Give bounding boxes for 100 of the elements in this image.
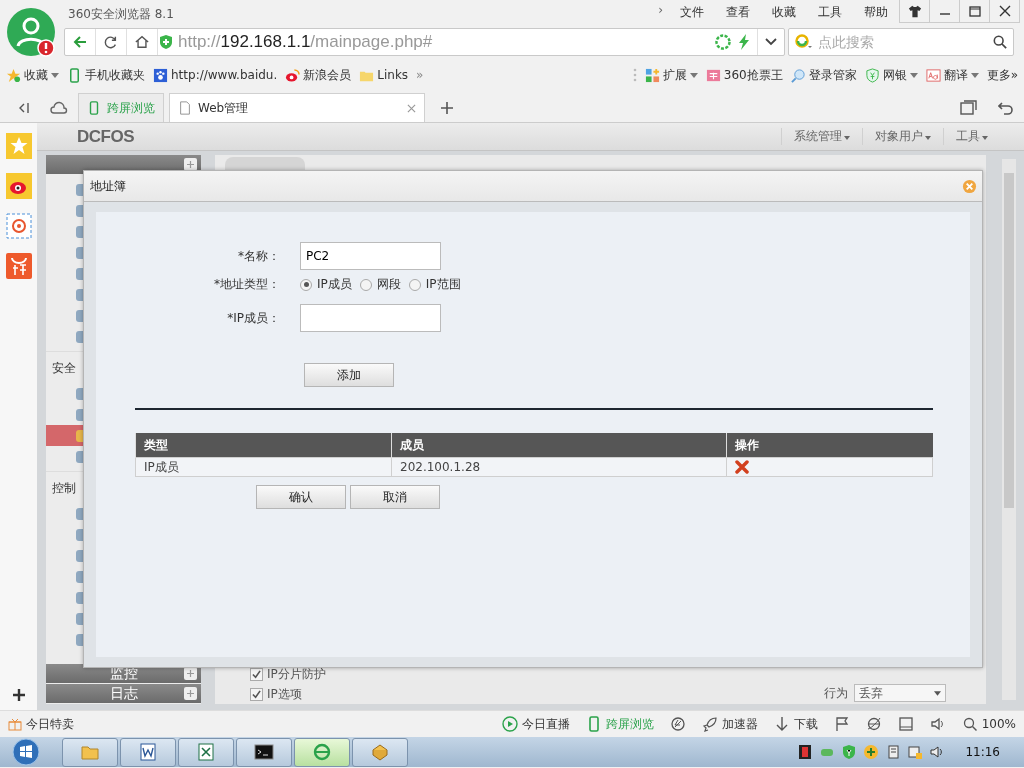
column-header: 操作: [726, 433, 933, 458]
menu-item[interactable]: 帮助: [853, 0, 899, 21]
swirl-icon[interactable]: [669, 716, 686, 732]
word-icon: [138, 742, 158, 762]
radio-button[interactable]: [359, 278, 372, 291]
page-tab[interactable]: [225, 157, 305, 171]
menu-more-button[interactable]: ›: [652, 0, 669, 17]
shield-icon: [864, 67, 880, 83]
shirt-icon[interactable]: [907, 4, 922, 18]
wired-network-icon[interactable]: [907, 744, 924, 760]
rocket-icon[interactable]: [701, 716, 718, 732]
translate-icon: [925, 67, 941, 83]
zoom-icon[interactable]: [961, 716, 978, 732]
menu-item[interactable]: 工具: [807, 0, 853, 21]
nav-menu[interactable]: 对象用户: [862, 128, 943, 145]
url-text: http://192.168.1.1/mainpage.php#: [177, 32, 434, 52]
maximize-icon[interactable]: [968, 5, 981, 17]
radio-button[interactable]: [300, 278, 312, 291]
film-icon[interactable]: [797, 744, 814, 760]
extension-item[interactable]: 360抢票王: [705, 66, 783, 84]
field-label: *IP成员：: [226, 309, 281, 327]
scrollbar[interactable]: [1002, 159, 1016, 700]
chevron-down-icon[interactable]: [765, 38, 777, 46]
shopping-bag-icon[interactable]: [5, 253, 32, 279]
dialog-button[interactable]: 取消: [350, 485, 440, 509]
new-tab-icon[interactable]: [440, 101, 454, 115]
sidebar-header[interactable]: 日志: [46, 684, 201, 703]
start-button-icon[interactable]: [12, 738, 40, 766]
speaker-icon[interactable]: [929, 716, 946, 732]
play-icon[interactable]: [501, 716, 518, 732]
more-extensions-button[interactable]: 更多»: [986, 66, 1018, 84]
restore-tabs-icon[interactable]: [960, 100, 978, 116]
add-button[interactable]: 添加: [304, 363, 394, 387]
aperture-icon[interactable]: [715, 34, 731, 50]
status-item[interactable]: 今日直播: [501, 715, 570, 733]
name-field[interactable]: PC2: [300, 242, 441, 270]
extension-item[interactable]: 网银: [864, 66, 918, 84]
checkbox[interactable]: [250, 687, 263, 701]
back-icon[interactable]: [72, 34, 88, 50]
extension-item[interactable]: 翻译: [925, 66, 979, 84]
browser-icon[interactable]: [865, 716, 882, 732]
status-item[interactable]: 今日特卖: [8, 715, 74, 733]
menu-item[interactable]: 收藏: [761, 0, 807, 21]
caret-icon: [51, 72, 59, 78]
bookmark-item[interactable]: 手机收藏夹: [67, 66, 145, 84]
shield-icon: [158, 34, 174, 50]
close-tab-icon[interactable]: [407, 103, 416, 113]
status-item[interactable]: 加速器: [701, 715, 758, 733]
nav-menu[interactable]: 工具: [943, 128, 1000, 145]
delete-icon[interactable]: [735, 460, 749, 474]
caret-icon: [844, 136, 850, 140]
avatar-icon[interactable]: [7, 8, 57, 58]
home-icon[interactable]: [135, 35, 149, 49]
bookmark-item[interactable]: Links: [359, 67, 409, 83]
bookmark-item[interactable]: 收藏: [6, 66, 59, 84]
browser-icon: [312, 742, 332, 762]
shield-icon[interactable]: [841, 744, 858, 760]
status-item[interactable]: 100%: [961, 716, 1016, 732]
mail-icon[interactable]: [5, 213, 32, 239]
spreadsheet-icon: [196, 742, 216, 762]
lightning-icon[interactable]: [737, 34, 751, 50]
search-bar[interactable]: 点此搜索: [788, 28, 1014, 56]
extension-item[interactable]: 扩展: [644, 66, 698, 84]
weibo-icon[interactable]: [5, 173, 32, 199]
nav-menu[interactable]: 系统管理: [781, 128, 862, 145]
package-icon: [370, 742, 390, 762]
add-icon[interactable]: [11, 688, 26, 702]
status-item[interactable]: 下载: [773, 715, 818, 733]
page-icon: [178, 101, 192, 115]
gift-icon: [8, 717, 22, 731]
eye-icon: [285, 67, 301, 83]
plus-icon[interactable]: [184, 687, 197, 700]
action-select[interactable]: 丢弃: [854, 684, 946, 702]
radio-button[interactable]: [408, 278, 421, 291]
terminal-icon: [254, 742, 274, 762]
search-icon[interactable]: [993, 35, 1007, 49]
flag-icon[interactable]: [833, 716, 850, 732]
ip-member-field[interactable]: [300, 304, 441, 332]
clock[interactable]: 11:16: [951, 745, 1018, 759]
address-field[interactable]: http://192.168.1.1/mainpage.php#: [64, 28, 785, 56]
cloud-icon[interactable]: [50, 101, 68, 115]
device-icon[interactable]: [885, 744, 902, 760]
menu-item[interactable]: 文件: [669, 0, 715, 21]
caret-icon: [970, 72, 979, 78]
bookmark-item[interactable]: http://www.baidu.: [153, 67, 278, 83]
plus-badge-icon[interactable]: [863, 744, 880, 760]
taskbar-button[interactable]: [236, 737, 292, 767]
dialog-button[interactable]: 确认: [256, 485, 346, 509]
extension-item[interactable]: 登录管家: [790, 66, 857, 84]
close-icon[interactable]: [998, 5, 1011, 17]
browser-tab[interactable]: Web管理: [169, 93, 425, 122]
sidebar-toggle-icon[interactable]: [18, 102, 30, 114]
reload-icon[interactable]: [104, 35, 118, 49]
radio-label: 网段: [376, 276, 401, 293]
caret-icon: [925, 136, 931, 140]
bookmark-item[interactable]: 新浪会员: [285, 66, 352, 84]
menu-item[interactable]: 查看: [715, 0, 761, 21]
undo-icon[interactable]: [998, 100, 1014, 116]
window-icon[interactable]: [897, 716, 914, 732]
search-field[interactable]: 点此搜索: [816, 33, 990, 51]
